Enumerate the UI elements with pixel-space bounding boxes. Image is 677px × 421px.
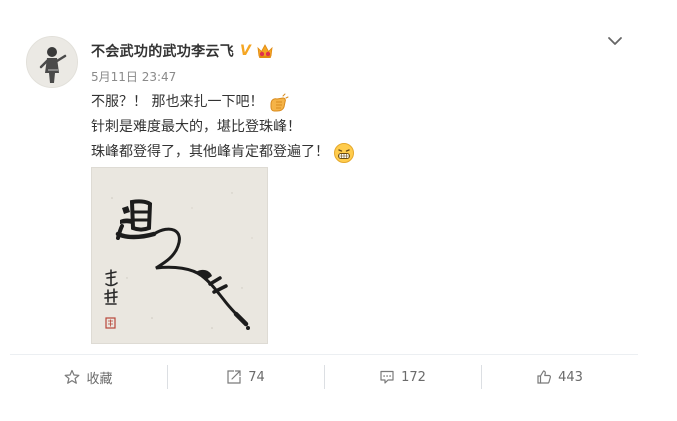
username[interactable]: 不会武功的武功李云飞 xyxy=(91,41,234,61)
verified-badge[interactable]: V xyxy=(240,44,251,58)
post-text-line-2: 针刺是难度最大的，堪比登珠峰！ xyxy=(91,119,301,135)
post-header: 不会武功的武功李云飞 V xyxy=(91,40,275,62)
more-options-button[interactable] xyxy=(604,32,626,50)
repost-count: 74 xyxy=(248,369,265,385)
comment-count: 172 xyxy=(401,369,426,385)
avatar[interactable] xyxy=(26,36,78,88)
comment-button[interactable]: 172 xyxy=(324,362,481,392)
avatar-figure-icon xyxy=(27,37,77,87)
post-text-line: 不服？！ 那也来扎一下吧！ xyxy=(91,90,551,115)
fist-icon xyxy=(267,92,289,114)
favorite-button[interactable]: 收藏 xyxy=(10,362,167,392)
post-image[interactable] xyxy=(91,167,268,344)
like-button[interactable]: 443 xyxy=(481,362,638,392)
thumbs-up-icon xyxy=(537,370,552,384)
share-icon xyxy=(227,370,241,384)
favorite-label: 收藏 xyxy=(86,371,113,387)
grin-icon xyxy=(333,142,355,164)
comment-icon xyxy=(380,370,394,384)
chevron-down-icon xyxy=(608,37,622,45)
repost-button[interactable]: 74 xyxy=(167,362,324,392)
calligraphy-artwork xyxy=(92,168,267,343)
post-text-line-1: 不服？！ 那也来扎一下吧！ xyxy=(91,94,264,110)
action-bar: 收藏 74 172 443 xyxy=(10,362,638,392)
weibo-post-card: 不会武功的武功李云飞 V 5月11日 23:47 不服？！ 那也来扎一下吧！ 针… xyxy=(0,0,677,421)
post-text-line-3: 珠峰都登得了，其他峰肯定都登遍了！ xyxy=(91,144,329,160)
crown-badge-icon[interactable] xyxy=(255,42,275,60)
post-timestamp[interactable]: 5月11日 23:47 xyxy=(91,68,176,85)
post-text-line: 针刺是难度最大的，堪比登珠峰！ xyxy=(91,115,551,140)
like-count: 443 xyxy=(558,369,583,385)
post-text: 不服？！ 那也来扎一下吧！ 针刺是难度最大的，堪比登珠峰！ 珠峰都登得了，其他峰… xyxy=(91,90,551,165)
post-text-line: 珠峰都登得了，其他峰肯定都登遍了！ xyxy=(91,140,551,165)
star-icon xyxy=(65,369,80,384)
action-bar-divider xyxy=(10,354,638,355)
